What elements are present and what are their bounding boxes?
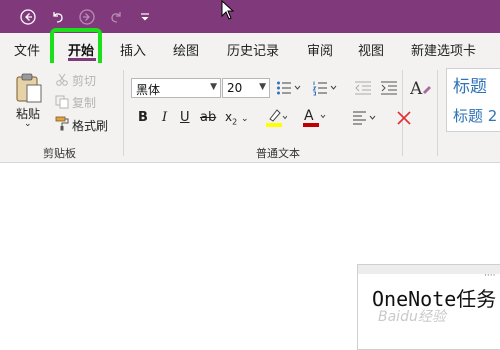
tutorial-highlight-box: [50, 28, 102, 68]
numbered-list-icon[interactable]: [312, 80, 338, 100]
highlighter-icon[interactable]: [265, 108, 288, 132]
decrease-indent-icon[interactable]: [354, 80, 372, 100]
clipboard-group-label: 剪贴板: [43, 147, 76, 160]
subscript-button[interactable]: x2 ⌄: [225, 110, 249, 126]
back-icon[interactable]: [19, 8, 37, 26]
underline-button[interactable]: U: [180, 110, 190, 125]
customize-qat-icon[interactable]: [136, 8, 154, 26]
font-color-icon[interactable]: A: [302, 107, 326, 132]
tab-insert[interactable]: 插入: [120, 40, 146, 59]
copy-icon[interactable]: [55, 94, 69, 113]
group-separator: [437, 70, 438, 156]
tab-history[interactable]: 历史记录: [227, 40, 279, 59]
tab-view[interactable]: 视图: [358, 40, 384, 59]
clear-formatting-icon[interactable]: [396, 110, 412, 130]
redo-icon[interactable]: [107, 8, 125, 26]
svg-text:A: A: [410, 79, 423, 98]
style-heading-2[interactable]: 标题 2: [453, 105, 497, 126]
mouse-cursor-icon: [221, 0, 235, 24]
font-size-select[interactable]: 20 ▼: [222, 78, 270, 98]
text-style-icon[interactable]: A: [409, 78, 432, 102]
increase-indent-icon[interactable]: [380, 80, 398, 100]
align-icon[interactable]: [352, 110, 378, 130]
format-painter-icon[interactable]: [55, 116, 70, 135]
forward-icon[interactable]: [78, 8, 96, 26]
strikethrough-button[interactable]: ab: [200, 110, 216, 125]
style-heading-1[interactable]: 标题: [453, 72, 487, 97]
cut-button[interactable]: 剪切: [72, 72, 96, 89]
tab-draw[interactable]: 绘图: [173, 40, 199, 59]
svg-text:····: ····: [484, 271, 495, 280]
bullet-list-icon[interactable]: [276, 80, 302, 100]
italic-button[interactable]: I: [162, 110, 167, 125]
paste-icon[interactable]: [14, 72, 44, 108]
watermark-text: Baidu经验: [378, 309, 446, 325]
svg-text:A: A: [304, 108, 314, 124]
format-painter-button[interactable]: 格式刷: [72, 117, 108, 134]
copy-button[interactable]: 复制: [72, 94, 96, 111]
tab-review[interactable]: 审阅: [307, 40, 333, 59]
font-name-select[interactable]: 黑体 ▼: [131, 78, 221, 98]
undo-icon[interactable]: [49, 8, 67, 26]
tab-file[interactable]: 文件: [14, 40, 40, 59]
bold-button[interactable]: B: [138, 110, 148, 125]
chevron-down-icon: ▼: [259, 82, 266, 92]
note-drag-handle[interactable]: ····: [358, 265, 500, 281]
paste-dropdown-icon[interactable]: ⌄: [24, 119, 32, 129]
chevron-down-icon: ▼: [210, 82, 217, 92]
tab-new-tab[interactable]: 新建选项卡: [411, 40, 476, 59]
font-name-value: 黑体: [136, 83, 161, 97]
styles-gallery: 标题 标题 2: [446, 68, 500, 132]
font-size-value: 20: [227, 81, 243, 95]
cut-icon[interactable]: [55, 72, 69, 91]
group-separator: [123, 70, 124, 156]
basic-text-group-label: 普通文本: [256, 147, 300, 160]
